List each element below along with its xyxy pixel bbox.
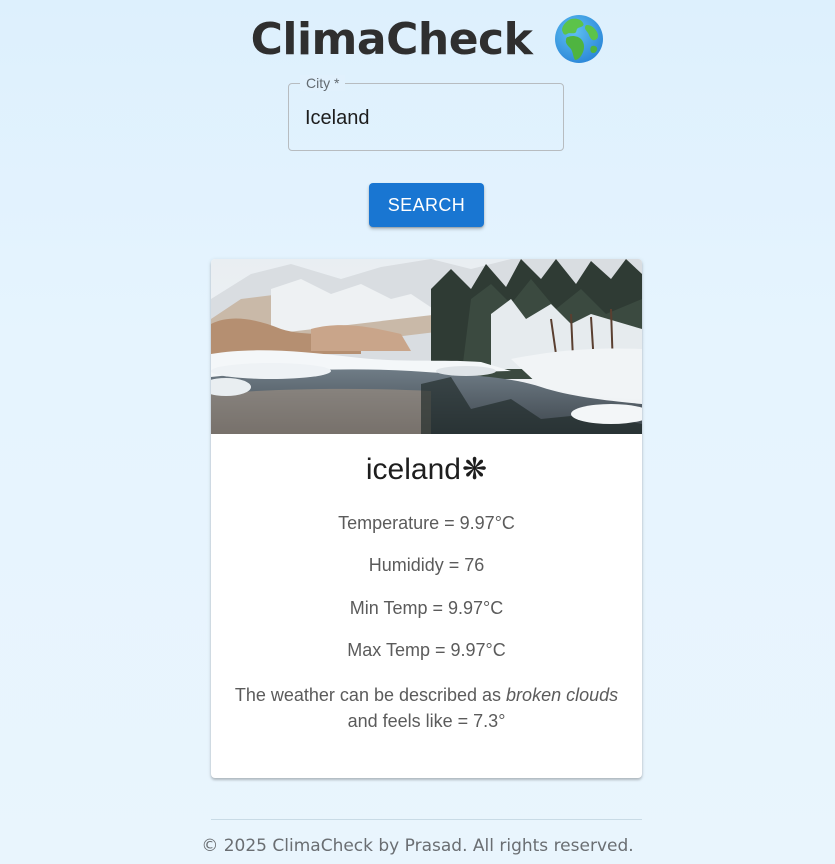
city-name-row: iceland❋: [211, 452, 642, 488]
globe-icon: [555, 15, 604, 63]
max-temp-text: Max Temp = 9.97°C: [347, 640, 506, 660]
app-header: ClimaCheck: [0, 8, 835, 70]
humidity-text: Humididy = 76: [368, 555, 485, 575]
search-button[interactable]: SEARCH: [369, 183, 484, 227]
description-condition: broken clouds: [506, 685, 619, 705]
app-title: ClimaCheck: [250, 13, 533, 65]
city-field-label: City *: [300, 75, 346, 91]
min-temp-text: Min Temp = 9.97°C: [349, 598, 504, 618]
temperature-text: Temperature = 9.97°C: [338, 513, 515, 533]
city-name: iceland: [365, 453, 461, 486]
footer-text: © 2025 ClimaCheck by Prasad. All rights …: [201, 836, 634, 856]
description-suffix: and feels like = 7.3°: [347, 711, 506, 731]
weather-description: The weather can be described as broken c…: [231, 682, 622, 734]
snowflake-icon: ❋: [461, 453, 488, 486]
description-prefix: The weather can be described as: [234, 685, 507, 705]
city-field[interactable]: City *: [288, 75, 564, 151]
footer-divider: [211, 819, 642, 820]
city-input[interactable]: [305, 104, 545, 132]
weather-image: [211, 259, 642, 434]
weather-card: iceland❋ Temperature = 9.97°C Humididy =…: [211, 259, 642, 778]
